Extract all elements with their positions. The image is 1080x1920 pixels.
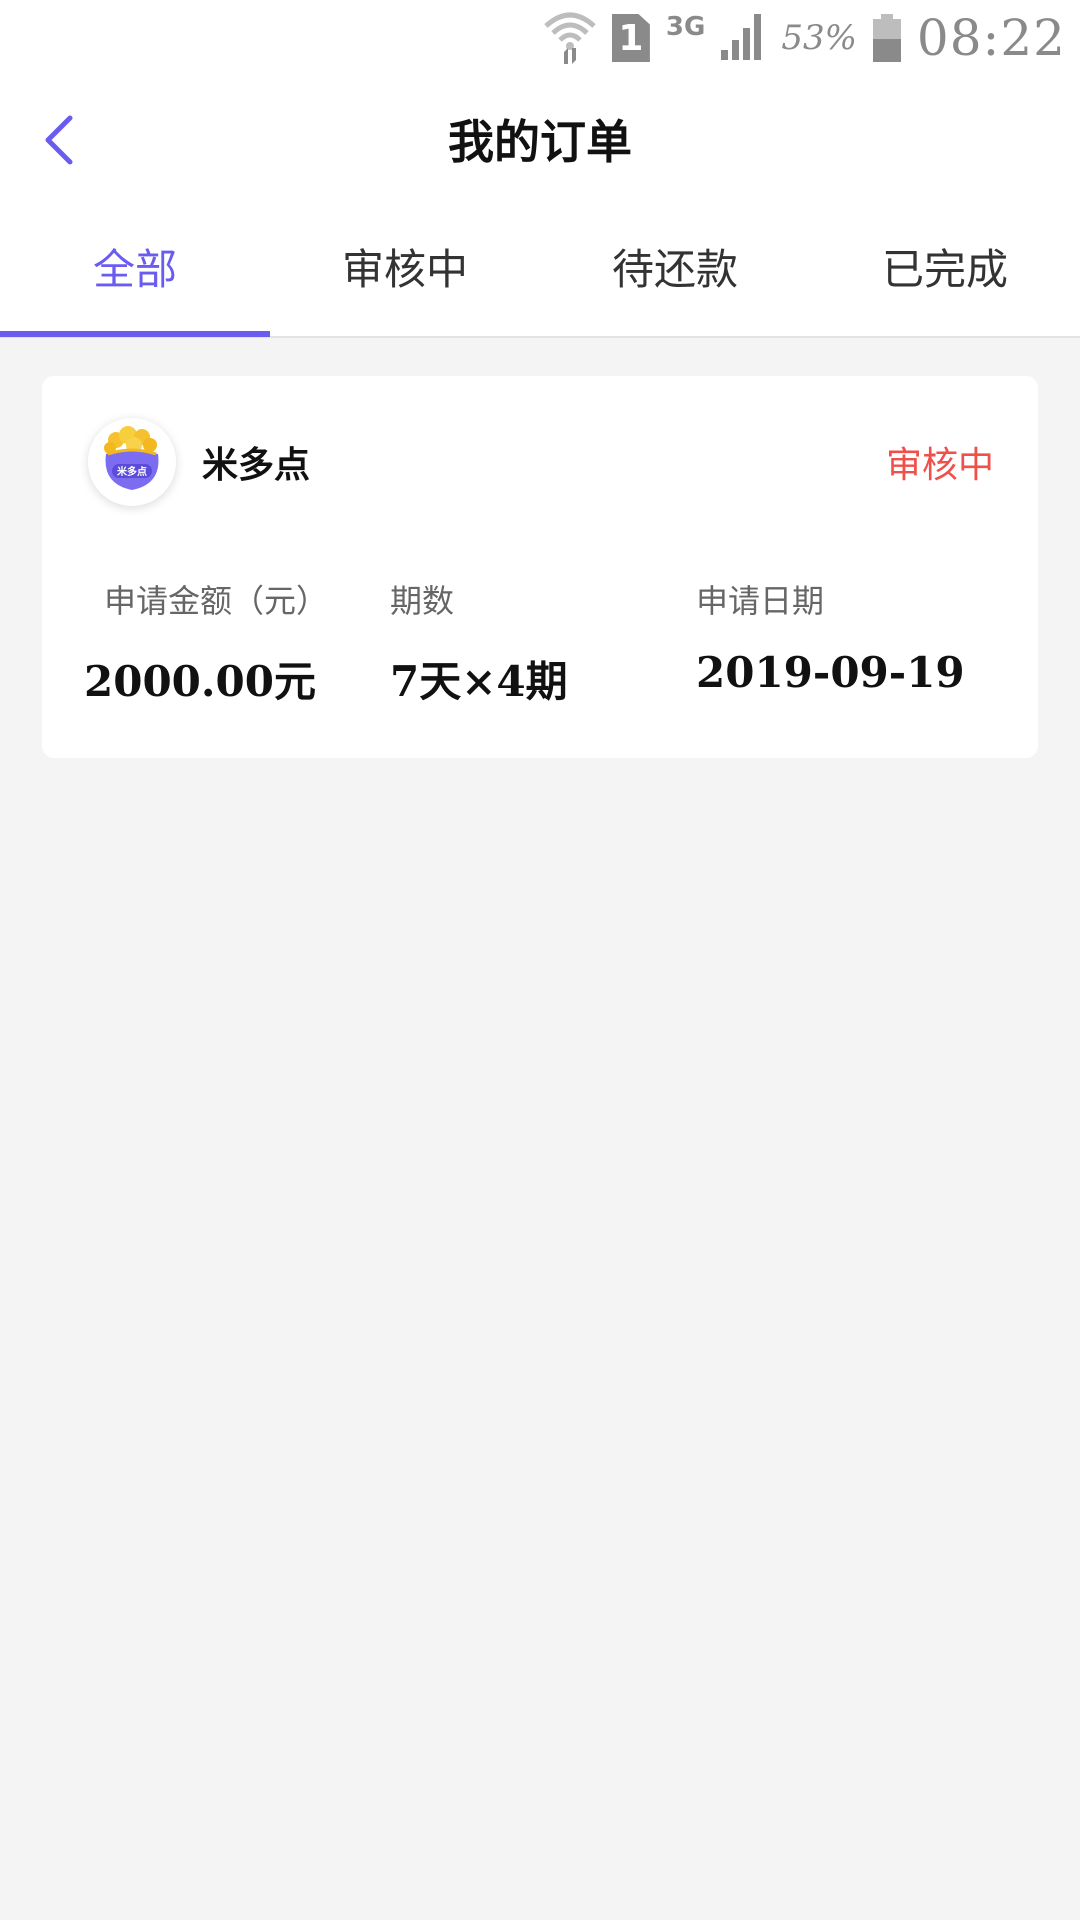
wifi-icon (544, 8, 596, 68)
merchant-logo: 米多点 (88, 418, 176, 506)
info-value: 2000.00元 (84, 657, 316, 706)
info-label: 申请日期 (696, 582, 825, 620)
info-amount: 申请金额（元） 2000.00元 (84, 576, 329, 709)
sim-icon: 1 (611, 14, 650, 62)
page-title: 我的订单 (448, 115, 632, 169)
info-value: 7天×4期 (390, 657, 568, 706)
status-icons: 1 3G 53% 08:22 (544, 8, 1066, 68)
info-label: 期数 (390, 582, 455, 620)
info-label: 申请金额（元） (104, 582, 329, 620)
tab-completed[interactable]: 已完成 (810, 204, 1080, 336)
order-tabs: 全部 审核中 待还款 已完成 (0, 204, 1080, 338)
status-badge: 审核中 (885, 445, 994, 486)
tab-reviewing[interactable]: 审核中 (270, 204, 540, 336)
app-header: 我的订单 (0, 76, 1080, 204)
merchant-name: 米多点 (202, 445, 311, 486)
clock: 08:22 (916, 9, 1066, 67)
signal-icon (721, 12, 765, 64)
info-periods: 期数 7天×4期 (390, 576, 568, 709)
tab-pending-repayment[interactable]: 待还款 (540, 204, 810, 336)
tab-all[interactable]: 全部 (0, 204, 270, 337)
status-bar: 1 3G 53% 08:22 (0, 0, 1080, 76)
network-type: 3G (665, 12, 706, 42)
battery-icon (872, 14, 901, 62)
order-card[interactable]: 米多点 米多点 审核中 申请金额（元） 2000.00元 期数 7天×4期 申请… (42, 376, 1038, 758)
battery-percent: 53% (781, 18, 857, 58)
info-value: 2019-09-19 (696, 648, 965, 697)
info-date: 申请日期 2019-09-19 (696, 576, 965, 697)
logo-text: 米多点 (117, 465, 147, 478)
